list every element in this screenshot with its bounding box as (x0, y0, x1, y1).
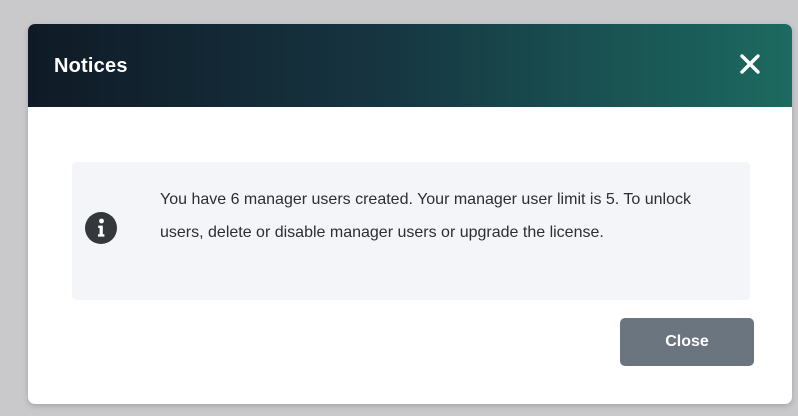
notices-dialog: Notices You have 6 manager users created… (28, 24, 792, 404)
close-icon[interactable] (738, 52, 762, 76)
dialog-header: Notices (28, 24, 792, 107)
dialog-title: Notices (54, 55, 128, 77)
info-icon (85, 212, 117, 244)
close-button[interactable]: Close (620, 318, 754, 366)
notice-message-box: You have 6 manager users created. Your m… (72, 162, 750, 300)
notice-message: You have 6 manager users created. Your m… (160, 191, 691, 241)
